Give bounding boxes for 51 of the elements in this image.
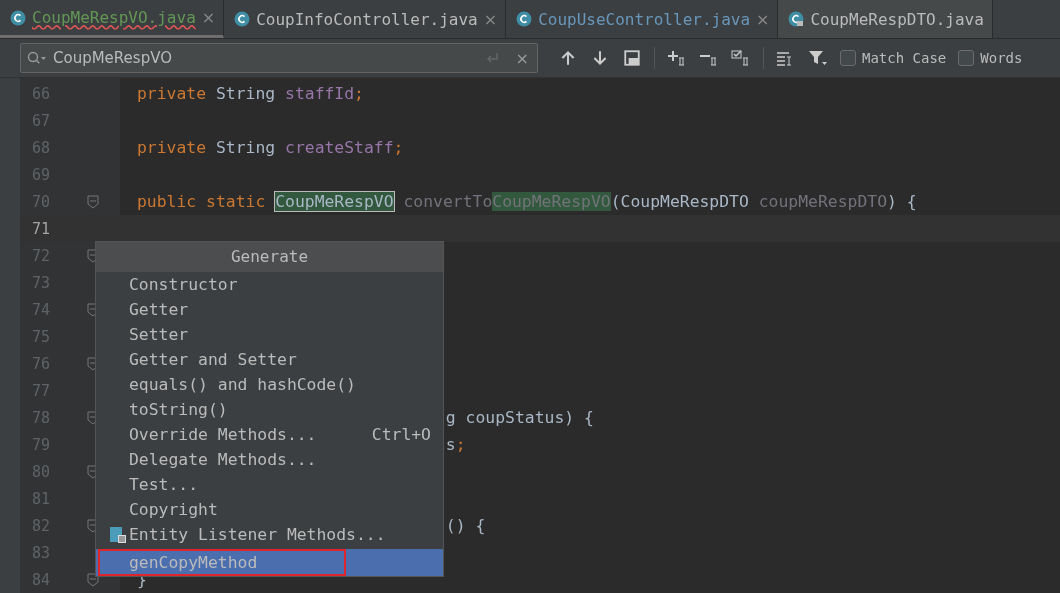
menu-item[interactable]: Delegate Methods... [96,447,443,472]
menu-item[interactable]: Getter and Setter [96,347,443,372]
menu-item[interactable]: Constructor [96,272,443,297]
fold-icon[interactable] [87,194,99,209]
menu-item[interactable]: Entity Listener Methods... [96,522,443,547]
menu-item[interactable]: Setter [96,322,443,347]
search-field[interactable]: CoupMeRespVO × [20,43,538,73]
code-token: CoupMeRespVO [275,192,394,211]
menu-item[interactable]: toString() [96,397,443,422]
fold-icon[interactable] [87,572,99,587]
select-all-icon[interactable] [731,49,751,67]
menu-item[interactable]: Override Methods... Ctrl+O [96,422,443,447]
menu-item[interactable]: Getter [96,297,443,322]
code-token: String [215,84,277,103]
editor-tab[interactable]: CoupMeRespVO.java × [0,0,225,38]
code-token: (CoupMeRespDTO [610,192,750,211]
code-token: coupMeRespDTO [758,192,887,211]
code-token: createStaff [285,138,394,157]
editor-tab[interactable]: CoupMeRespDTO.java [778,0,993,38]
search-icon [27,51,47,65]
class-icon [234,11,251,27]
code-token: public static [137,192,267,211]
line-number: 71 [30,219,50,238]
code-token: ; [354,84,364,103]
code-token: ) { [887,192,917,211]
add-occurrence-icon[interactable] [667,49,687,67]
filter-icon[interactable] [808,49,828,67]
class-icon [10,9,26,26]
window-icon[interactable] [622,49,642,67]
code-token: s [445,435,456,454]
class-icon [516,11,533,27]
menu-item[interactable]: Copyright [96,497,443,522]
code-token: String [215,138,277,157]
code-token: ; [393,138,404,157]
code-token: ; [455,435,466,454]
clear-button[interactable]: × [515,48,529,68]
option-checkbox[interactable]: Words [958,50,1023,66]
editor-tab[interactable]: CoupInfoController.java × [224,0,507,38]
code-token: () { [445,516,486,535]
code-token: private [137,84,208,103]
code-token: g coupStatus) { [445,408,594,427]
code-token: staffId [285,84,355,103]
code-token: private [137,138,208,157]
code-token: CoupMeRespVO [492,192,611,211]
popup-title: Generate [96,242,443,272]
menu-item[interactable]: equals() and hashCode() [96,372,443,397]
entity-icon [109,525,127,544]
code-token: convertTo [402,192,493,211]
menu-item[interactable]: Test... [96,472,443,497]
option-checkbox[interactable]: Match Case [840,50,947,66]
class-icon [788,11,805,27]
